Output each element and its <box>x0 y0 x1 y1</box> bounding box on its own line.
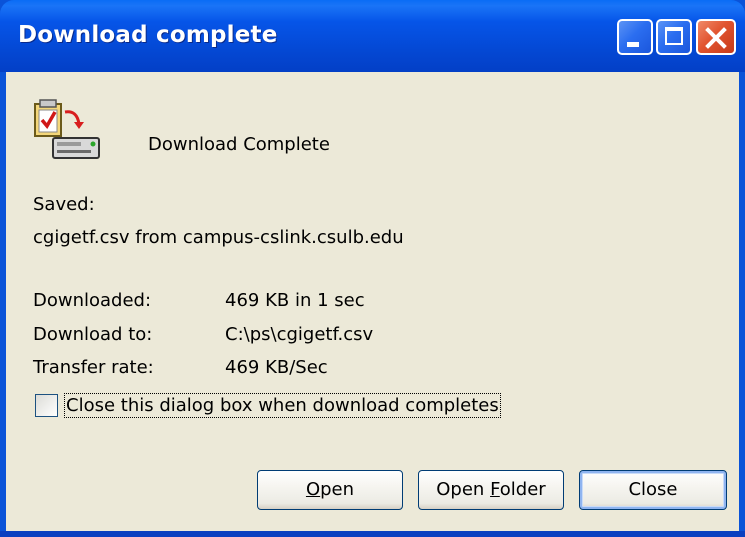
dialog-body: Download Complete Saved: cgigetf.csv fro… <box>6 72 739 531</box>
open-folder-button[interactable]: Open Folder <box>418 470 564 510</box>
transfer-rate-value: 469 KB/Sec <box>225 357 328 378</box>
open-folder-accel: F <box>490 479 500 500</box>
open-button-accel: O <box>305 479 321 500</box>
downloaded-label: Downloaded: <box>33 290 152 311</box>
maximize-button[interactable] <box>656 19 692 55</box>
close-button[interactable]: Close <box>579 470 727 510</box>
close-on-complete-checkbox[interactable] <box>35 394 58 417</box>
open-folder-label-end: older <box>499 479 546 500</box>
dialog-heading: Download Complete <box>148 134 330 155</box>
download-complete-icon <box>34 99 100 159</box>
close-button-label: Close <box>628 479 678 500</box>
title-bar[interactable]: Download complete <box>0 0 745 72</box>
maximize-icon <box>665 27 683 45</box>
download-to-label: Download to: <box>33 324 153 345</box>
close-icon <box>705 27 727 49</box>
saved-label: Saved: <box>33 194 95 215</box>
transfer-rate-label: Transfer rate: <box>33 357 154 378</box>
close-window-button[interactable] <box>696 19 736 55</box>
minimize-button[interactable] <box>617 19 653 55</box>
download-to-value: C:\ps\cgigetf.csv <box>225 324 374 345</box>
downloaded-value: 469 KB in 1 sec <box>225 290 365 311</box>
window-title: Download complete <box>18 22 278 48</box>
minimize-icon <box>627 42 639 47</box>
open-button[interactable]: Open <box>257 470 403 510</box>
window-bottom-border <box>0 531 745 537</box>
close-on-complete-label[interactable]: Close this dialog box when download comp… <box>64 393 501 418</box>
open-button-label: pen <box>320 479 355 500</box>
open-folder-label-start: Open <box>436 479 491 500</box>
download-complete-window: Download complete Download Complete Save… <box>0 0 745 537</box>
saved-value: cgigetf.csv from campus-cslink.csulb.edu <box>33 227 404 248</box>
